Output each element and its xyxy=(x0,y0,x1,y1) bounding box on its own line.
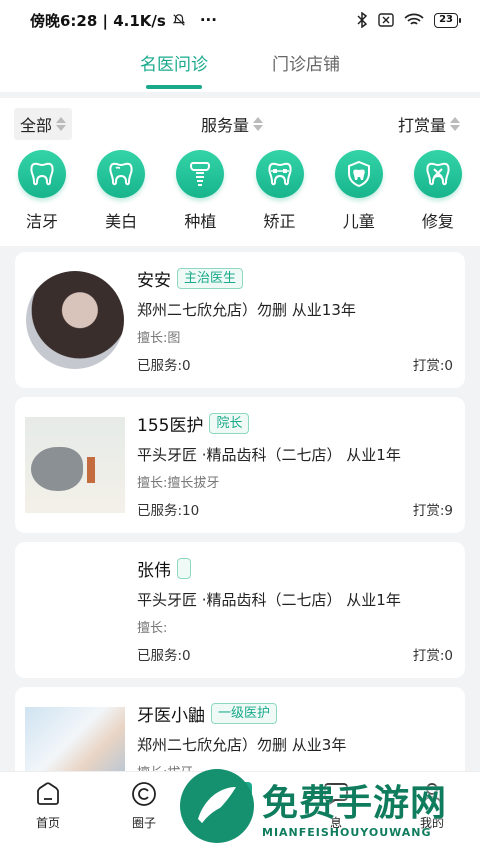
watermark-subtitle: MIANFEISHOUYOUWANG xyxy=(262,825,432,839)
tab-famous-doctors[interactable]: 名医问诊 xyxy=(140,50,208,89)
filter-tip-count[interactable]: 打赏量 xyxy=(392,108,466,140)
doctor-stats: 已服务:0 打赏:0 xyxy=(137,354,453,374)
filter-all-label: 全部 xyxy=(20,116,53,135)
doctor-specialty: 擅长: xyxy=(137,621,168,636)
top-tabs: 名医问诊 门诊店铺 xyxy=(0,40,480,92)
doctor-name: 155医护 xyxy=(137,416,204,436)
nav-circle-label: 圈子 xyxy=(131,816,156,830)
doctor-card[interactable]: 安安 主治医生 郑州二七欣允店）勿删 从业13年 擅长:图 已服务:0 打赏:0 xyxy=(15,252,465,388)
doctor-title-badge xyxy=(177,558,191,579)
implant-icon xyxy=(176,150,225,198)
doctor-title-badge: 一级医护 xyxy=(211,703,278,724)
circle-icon xyxy=(130,780,158,808)
doctor-title-badge: 主治医生 xyxy=(177,268,244,289)
doctor-specialty: 擅长:图 xyxy=(137,331,181,346)
doctor-hospital: 平头牙匠 ·精品齿科（二七店） 从业1年 xyxy=(137,591,401,609)
sort-arrows-icon xyxy=(253,117,263,131)
category-implant[interactable]: 种植 xyxy=(174,150,226,246)
doctor-name: 牙医小鼬 xyxy=(137,706,205,726)
doctor-info: 155医护 院长 平头牙匠 ·精品齿科（二七店） 从业1年 擅长:擅长拔牙 已服… xyxy=(125,409,453,521)
category-row: 洁牙 美白 种植 矫正 儿童 修复 xyxy=(0,150,480,246)
status-bar: 傍晚6:28 | 4.1K/s ··· 23 xyxy=(0,0,480,40)
avatar xyxy=(25,264,125,376)
filter-bar: 全部 服务量 打赏量 xyxy=(0,98,480,150)
category-label: 种植 xyxy=(184,212,217,231)
category-children[interactable]: 儿童 xyxy=(333,150,385,246)
doctor-stats: 已服务:10 打赏:9 xyxy=(137,499,453,519)
doctor-name: 张伟 xyxy=(137,561,171,581)
tooth-whitening-icon xyxy=(97,150,146,198)
category-label: 美白 xyxy=(105,212,138,231)
battery-indicator: 23 xyxy=(434,12,461,28)
served-count: 已服务:0 xyxy=(137,358,191,374)
category-label: 修复 xyxy=(421,212,454,231)
category-whitening[interactable]: 美白 xyxy=(95,150,147,246)
doctor-hospital: 平头牙匠 ·精品齿科（二七店） 从业1年 xyxy=(137,446,401,464)
watermark-logo xyxy=(180,769,254,843)
filter-all[interactable]: 全部 xyxy=(14,108,73,140)
nav-home[interactable]: 首页 xyxy=(18,780,78,831)
filter-tip-label: 打赏量 xyxy=(397,116,446,135)
no-sim-icon xyxy=(378,13,394,27)
doctor-name-row: 155医护 院长 xyxy=(137,411,453,436)
home-icon xyxy=(34,780,62,808)
child-shield-icon xyxy=(334,150,383,198)
category-orthodontics[interactable]: 矫正 xyxy=(254,150,306,246)
tip-count: 打赏:0 xyxy=(412,358,453,374)
category-repair[interactable]: 修复 xyxy=(412,150,464,246)
doctor-name-row: 安安 主治医生 xyxy=(137,266,453,291)
filter-service-count[interactable]: 服务量 xyxy=(195,108,269,140)
doctor-card[interactable]: 张伟 平头牙匠 ·精品齿科（二七店） 从业1年 擅长: 已服务:0 打赏:0 xyxy=(15,542,465,678)
status-right: 23 xyxy=(356,12,461,28)
served-count: 已服务:0 xyxy=(137,648,191,664)
avatar xyxy=(25,554,125,666)
category-label: 儿童 xyxy=(342,212,375,231)
category-label: 洁牙 xyxy=(25,212,58,231)
time-speed: 傍晚6:28 | 4.1K/s xyxy=(30,11,166,30)
category-cleaning[interactable]: 洁牙 xyxy=(16,150,68,246)
doctor-specialty: 擅长:擅长拔牙 xyxy=(137,476,220,491)
status-left: 傍晚6:28 | 4.1K/s ··· xyxy=(30,10,217,31)
doctor-stats: 已服务:0 打赏:0 xyxy=(137,644,453,664)
doctor-list: 安安 主治医生 郑州二七欣允店）勿删 从业13年 擅长:图 已服务:0 打赏:0… xyxy=(0,246,480,823)
nav-home-label: 首页 xyxy=(35,816,60,830)
doctor-card[interactable]: 155医护 院长 平头牙匠 ·精品齿科（二七店） 从业1年 擅长:擅长拔牙 已服… xyxy=(15,397,465,533)
tip-count: 打赏:9 xyxy=(412,503,453,519)
served-count: 已服务:10 xyxy=(137,503,200,519)
bluetooth-icon xyxy=(357,12,368,28)
watermark-texts: 免费手游网 MIANFEISHOUYOUWANG xyxy=(262,774,447,839)
tip-count: 打赏:0 xyxy=(412,648,453,664)
watermark-title: 免费手游网 xyxy=(262,782,448,824)
bell-muted-icon xyxy=(172,14,185,26)
doctor-info: 安安 主治医生 郑州二七欣允店）勿删 从业13年 擅长:图 已服务:0 打赏:0 xyxy=(125,264,453,376)
doctor-hospital: 郑州二七欣允店）勿删 从业3年 xyxy=(137,736,347,754)
sort-arrows-icon xyxy=(449,117,460,131)
doctor-hospital: 郑州二七欣允店）勿删 从业13年 xyxy=(137,301,356,319)
filter-service-label: 服务量 xyxy=(200,116,249,135)
nav-circle[interactable]: 圈子 xyxy=(114,780,174,831)
wifi-icon xyxy=(404,13,424,25)
more-icon: ··· xyxy=(199,11,217,29)
avatar xyxy=(25,409,125,521)
tab-clinic-stores[interactable]: 门诊店铺 xyxy=(272,50,340,89)
doctor-name-row: 牙医小鼬 一级医护 xyxy=(137,701,453,726)
doctor-info: 张伟 平头牙匠 ·精品齿科（二七店） 从业1年 擅长: 已服务:0 打赏:0 xyxy=(125,554,453,666)
category-label: 矫正 xyxy=(263,212,296,231)
braces-icon xyxy=(255,150,304,198)
sort-arrows-icon xyxy=(56,117,67,131)
doctor-name: 安安 xyxy=(137,271,171,291)
watermark: 免费手游网 MIANFEISHOUYOUWANG xyxy=(180,765,480,847)
tooth-icon xyxy=(18,150,66,198)
doctor-title-badge: 院长 xyxy=(209,413,250,434)
doctor-name-row: 张伟 xyxy=(137,556,453,581)
repair-icon xyxy=(413,150,462,198)
